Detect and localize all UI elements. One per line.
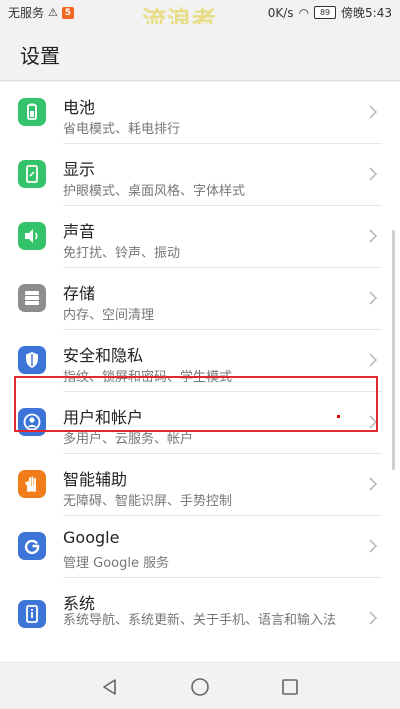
network-speed: 0K/s — [267, 5, 294, 20]
carrier-text: 无服务 — [8, 6, 45, 20]
status-bar: 无服务 ⚠ 5 流浪者 0K/s ◠ 89 傍晚5:43 — [0, 0, 400, 34]
chevron-right-icon — [369, 539, 378, 553]
nav-bar — [0, 662, 400, 709]
settings-item-battery[interactable]: 电池 省电模式、耗电排行 — [0, 82, 400, 144]
status-right: 0K/s ◠ 89 傍晚5:43 — [268, 4, 392, 21]
item-subtitle: 无障碍、智能识屏、手势控制 — [63, 494, 233, 509]
shield-icon — [18, 346, 46, 374]
wifi-icon: ◠ — [298, 5, 310, 20]
item-subtitle: 管理 Google 服务 — [63, 556, 170, 571]
item-title: 电池 — [63, 98, 96, 117]
settings-item-sound[interactable]: 声音 免打扰、铃声、振动 — [0, 206, 400, 268]
chevron-right-icon — [369, 105, 378, 119]
item-subtitle: 省电模式、耗电排行 — [63, 122, 181, 137]
settings-item-google[interactable]: Google 管理 Google 服务 — [0, 516, 400, 578]
header: 设置 — [0, 24, 400, 81]
settings-item-smart-assist[interactable]: 智能辅助 无障碍、智能识屏、手势控制 — [0, 454, 400, 516]
item-subtitle: 免打扰、铃声、振动 — [63, 246, 181, 261]
recents-icon[interactable] — [280, 677, 300, 697]
settings-item-system[interactable]: 系统 系统导航、系统更新、关于手机、语言和输入法 — [0, 578, 400, 662]
chevron-right-icon — [369, 477, 378, 491]
info-icon — [18, 600, 46, 628]
chevron-right-icon — [369, 229, 378, 243]
item-title: 安全和隐私 — [63, 346, 144, 365]
sound-icon — [18, 222, 46, 250]
settings-item-storage[interactable]: 存储 内存、空间清理 — [0, 268, 400, 330]
chevron-right-icon — [369, 353, 378, 367]
settings-list: 电池 省电模式、耗电排行 显示 护眼模式、桌面风格、字体样式 声音 免打扰、铃声… — [0, 82, 400, 662]
item-title: 智能辅助 — [63, 470, 128, 489]
warning-icon: ⚠ — [48, 6, 58, 19]
page-title: 设置 — [20, 44, 60, 68]
display-icon — [18, 160, 46, 188]
status-left: 无服务 ⚠ 5 — [8, 4, 74, 21]
cursor-dot — [337, 415, 340, 418]
item-title: 声音 — [63, 222, 96, 241]
item-title: 存储 — [63, 284, 96, 303]
chevron-right-icon — [369, 167, 378, 181]
chevron-right-icon — [369, 611, 378, 625]
item-subtitle: 系统导航、系统更新、关于手机、语言和输入法 — [63, 613, 337, 628]
chevron-right-icon — [369, 291, 378, 305]
item-title: Google — [63, 528, 120, 547]
scrollbar[interactable] — [392, 230, 395, 470]
clock: 傍晚5:43 — [341, 6, 392, 20]
back-icon[interactable] — [100, 677, 120, 697]
item-subtitle: 内存、空间清理 — [63, 308, 155, 323]
battery-icon — [18, 98, 46, 126]
settings-item-display[interactable]: 显示 护眼模式、桌面风格、字体样式 — [0, 144, 400, 206]
battery-level: 89 — [314, 6, 337, 19]
storage-icon — [18, 284, 46, 312]
item-subtitle: 护眼模式、桌面风格、字体样式 — [63, 184, 246, 199]
highlight-box — [14, 376, 378, 432]
hand-icon — [18, 470, 46, 498]
notification-badge: 5 — [61, 6, 74, 19]
item-title: 显示 — [63, 160, 96, 179]
home-icon[interactable] — [190, 677, 210, 697]
google-icon — [18, 532, 46, 560]
